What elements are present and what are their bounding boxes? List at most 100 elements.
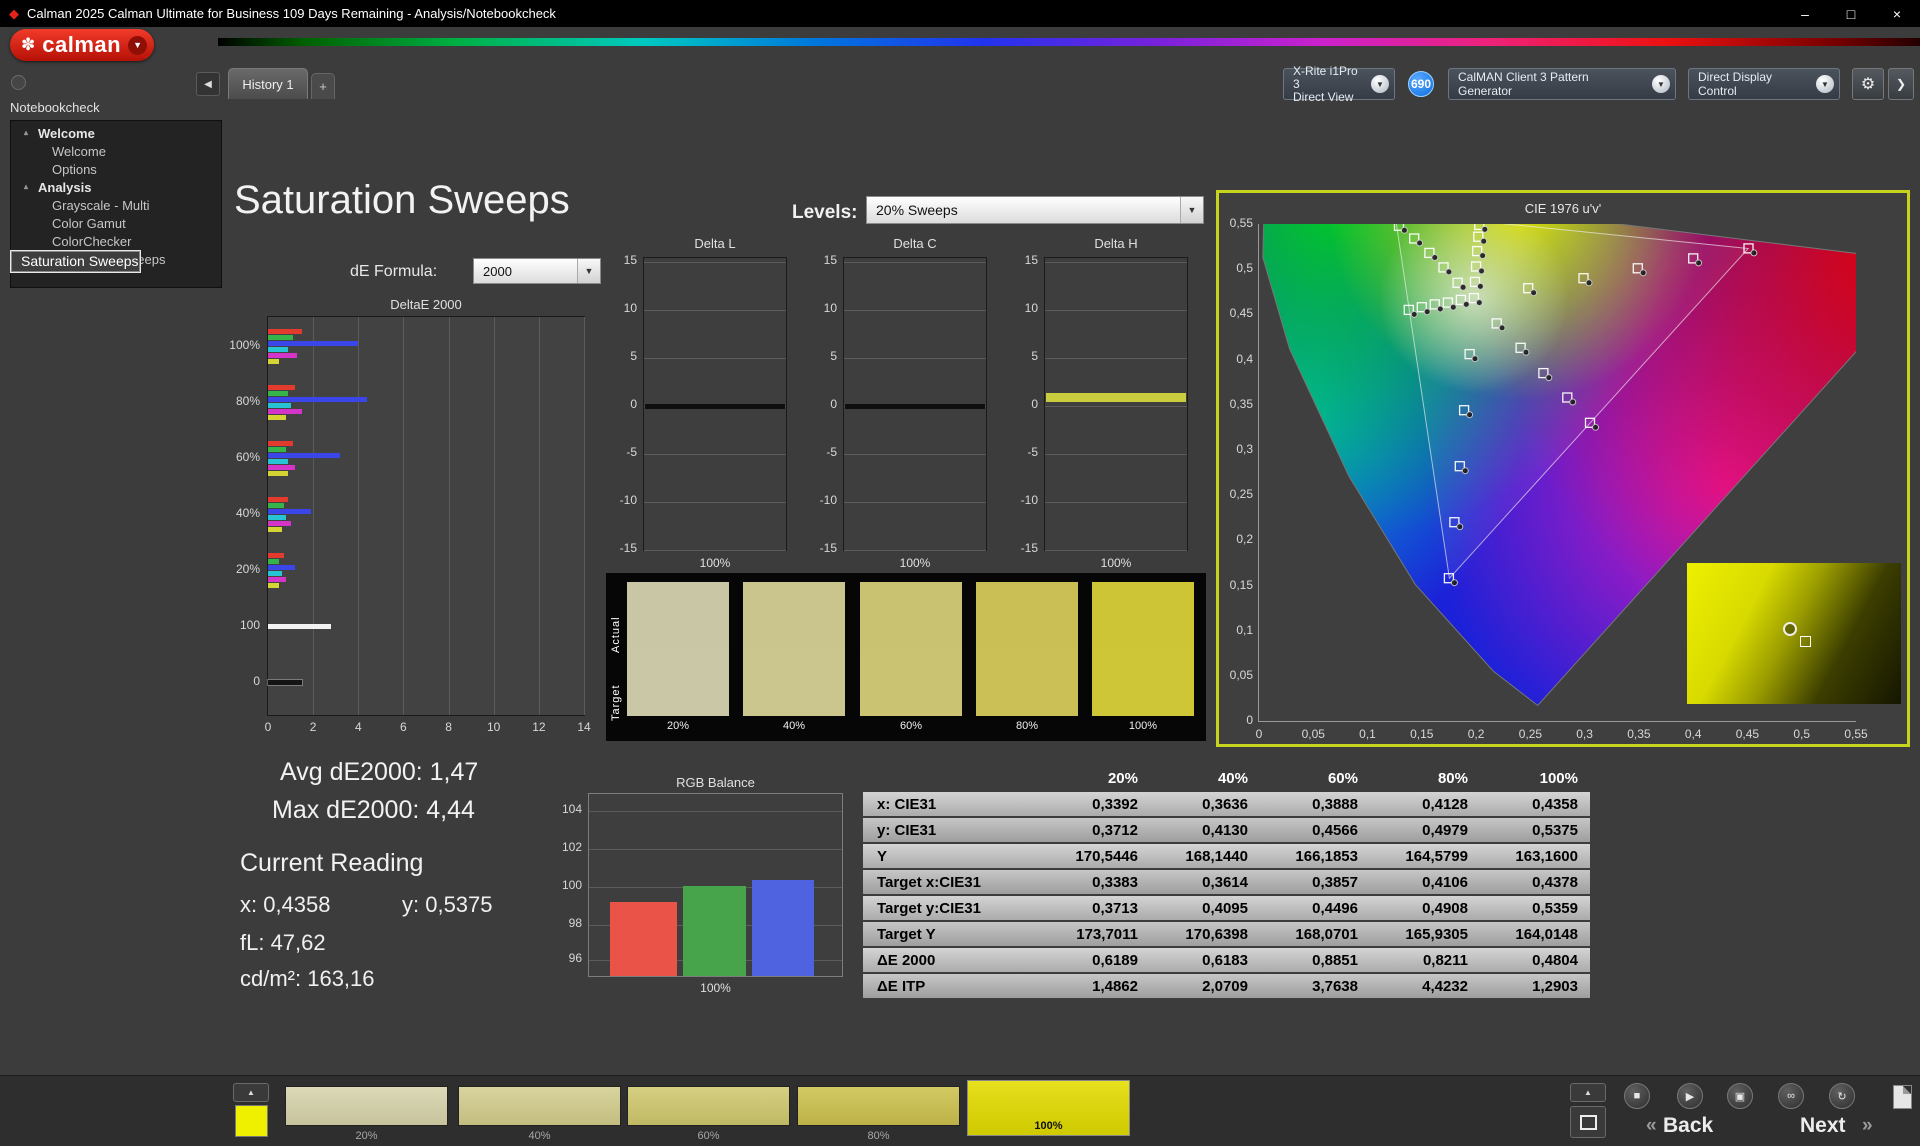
deltae-bar	[268, 527, 282, 532]
pattern-thumb-80%[interactable]	[797, 1086, 960, 1126]
add-tab-button[interactable]: +	[311, 73, 335, 99]
delta-y-tick: 10	[603, 301, 637, 315]
cell-value: 4,4232	[1370, 978, 1480, 995]
rgb-bar-green	[683, 886, 746, 976]
tree-item-grayscale-multi[interactable]: Grayscale - Multi	[11, 197, 221, 215]
report-page-icon[interactable]	[1893, 1085, 1912, 1109]
tree-item-colorchecker[interactable]: ColorChecker	[11, 233, 221, 251]
deltae-bar	[268, 409, 302, 414]
deltae-bar	[268, 515, 286, 520]
page-title: Saturation Sweeps	[234, 178, 570, 223]
play-button[interactable]: ▶	[1677, 1083, 1703, 1109]
tree-item-welcome[interactable]: Welcome	[11, 143, 221, 161]
row-label: Target x:CIE31	[863, 874, 1040, 891]
cie-y-tick: 0	[1215, 713, 1253, 727]
sidebar-collapse-button[interactable]: ◀	[196, 72, 220, 96]
deltae-x-tick: 14	[572, 720, 596, 734]
tree-item-saturation-sweeps[interactable]: Saturation Sweeps	[11, 251, 140, 272]
levels-select[interactable]: 20% Sweeps ▼	[866, 196, 1204, 224]
close-button[interactable]: ×	[1874, 0, 1920, 27]
deltae-bar	[268, 359, 279, 364]
chevron-down-icon[interactable]: ▼	[577, 259, 600, 283]
table-row: Target x:CIE310,33830,36140,38570,41060,…	[863, 870, 1590, 894]
cell-value: 0,3712	[1040, 822, 1150, 839]
cie-chart-panel: CIE 1976 u'v' 00,050,10,150,20,250,30,35…	[1216, 190, 1910, 747]
tree-item-color-gamut[interactable]: Color Gamut	[11, 215, 221, 233]
logo-menu-caret-icon[interactable]: ▼	[128, 36, 147, 55]
deltae-row-label: 0	[216, 674, 260, 688]
expand-icon[interactable]: ▴	[24, 182, 28, 191]
sidebar-options-button[interactable]	[11, 75, 26, 90]
delta-bar	[645, 404, 785, 409]
stop-icon: ■	[1634, 1090, 1641, 1102]
back-button[interactable]: Back	[1663, 1114, 1713, 1138]
pattern-generator-dropdown[interactable]: CalMAN Client 3 Pattern Generator ▼	[1448, 68, 1676, 100]
delta-bar	[845, 404, 985, 409]
panel-toggle-button[interactable]: ❯	[1888, 68, 1914, 100]
window-title: Calman 2025 Calman Ultimate for Business…	[27, 6, 556, 21]
pattern-thumb-20%[interactable]	[285, 1086, 448, 1126]
delta-chart-delta-h	[1044, 257, 1188, 551]
delta-y-tick: -15	[603, 541, 637, 555]
cie-x-tick: 0,2	[1459, 727, 1493, 741]
cie-x-tick: 0,3	[1568, 727, 1602, 741]
delta-bar	[1046, 393, 1186, 402]
cell-value: 0,3888	[1260, 796, 1370, 813]
deltae-bar	[268, 459, 288, 464]
target-row-label: Target	[610, 655, 622, 721]
de-formula-select[interactable]: 2000 ▼	[473, 258, 601, 284]
loop-button[interactable]: ∞	[1778, 1083, 1804, 1109]
tree-group-welcome[interactable]: ▴Welcome	[11, 125, 221, 143]
settings-button[interactable]: ⚙	[1852, 68, 1884, 100]
max-de-stat: Max dE2000: 4,44	[272, 796, 475, 825]
delta-y-tick: -10	[1004, 493, 1038, 507]
controls-eject-button[interactable]: ▲	[1570, 1083, 1606, 1102]
chevron-down-icon[interactable]: ▼	[1816, 75, 1834, 93]
back-chevron-icon: «	[1646, 1115, 1657, 1137]
delta-y-tick: -15	[803, 541, 837, 555]
swatch-label: 80%	[976, 720, 1078, 732]
chevron-left-icon: ◀	[204, 79, 212, 90]
deltae-bar	[268, 571, 282, 576]
save-button[interactable]: ▣	[1727, 1083, 1753, 1109]
cell-value: 0,4804	[1480, 952, 1590, 969]
pattern-thumb-60%[interactable]	[627, 1086, 790, 1126]
cell-value: 0,6189	[1040, 952, 1150, 969]
expand-icon[interactable]: ▴	[24, 128, 28, 137]
next-chevron-icon: »	[1862, 1115, 1873, 1137]
stop-button[interactable]: ■	[1624, 1083, 1650, 1109]
tree-group-analysis[interactable]: ▴Analysis	[11, 179, 221, 197]
de-formula-label: dE Formula:	[350, 263, 437, 281]
refresh-button[interactable]: ↻	[1829, 1083, 1855, 1109]
deltae-row-label: 100%	[216, 338, 260, 352]
cie-y-tick: 0,2	[1215, 532, 1253, 546]
delta-chart-title: Delta H	[1034, 236, 1198, 251]
swatch-panel: Actual Target 20%40%60%80%100%	[606, 573, 1206, 741]
chevron-down-icon[interactable]: ▼	[1180, 197, 1203, 223]
pattern-preview-swatch[interactable]	[235, 1105, 268, 1137]
maximize-button[interactable]: □	[1828, 0, 1874, 27]
chevron-down-icon[interactable]: ▼	[1652, 75, 1670, 93]
pattern-thumb-40%[interactable]	[458, 1086, 621, 1126]
deltae-bar	[268, 397, 367, 402]
pattern-thumb-label: 20%	[285, 1130, 448, 1142]
tab-history-1[interactable]: History 1	[228, 68, 308, 99]
meter-dropdown[interactable]: X-Rite i1Pro 3 Direct View ▼	[1283, 68, 1395, 100]
calman-logo-menu[interactable]: ✽ calman ▼	[10, 29, 154, 61]
title-bar: ◆ Calman 2025 Calman Ultimate for Busine…	[0, 0, 1920, 27]
deltae-bar	[268, 471, 288, 476]
deltae-bar	[268, 353, 297, 358]
delta-y-tick: 10	[1004, 301, 1038, 315]
next-button[interactable]: Next	[1800, 1114, 1846, 1138]
cie-x-tick: 0	[1242, 727, 1276, 741]
display-window-button[interactable]	[1570, 1106, 1606, 1138]
minimize-button[interactable]: –	[1782, 0, 1828, 27]
deltae-bar	[268, 465, 295, 470]
display-control-dropdown[interactable]: Direct Display Control ▼	[1688, 68, 1840, 100]
tree-item-options[interactable]: Options	[11, 161, 221, 179]
deltae-chart: 02468101214100%80%60%40%20%1000	[267, 316, 585, 716]
pattern-window-eject-button[interactable]: ▲	[233, 1083, 269, 1102]
chevron-down-icon[interactable]: ▼	[1371, 75, 1389, 93]
delta-y-tick: 5	[603, 349, 637, 363]
swatch-actual-60%	[860, 582, 962, 649]
